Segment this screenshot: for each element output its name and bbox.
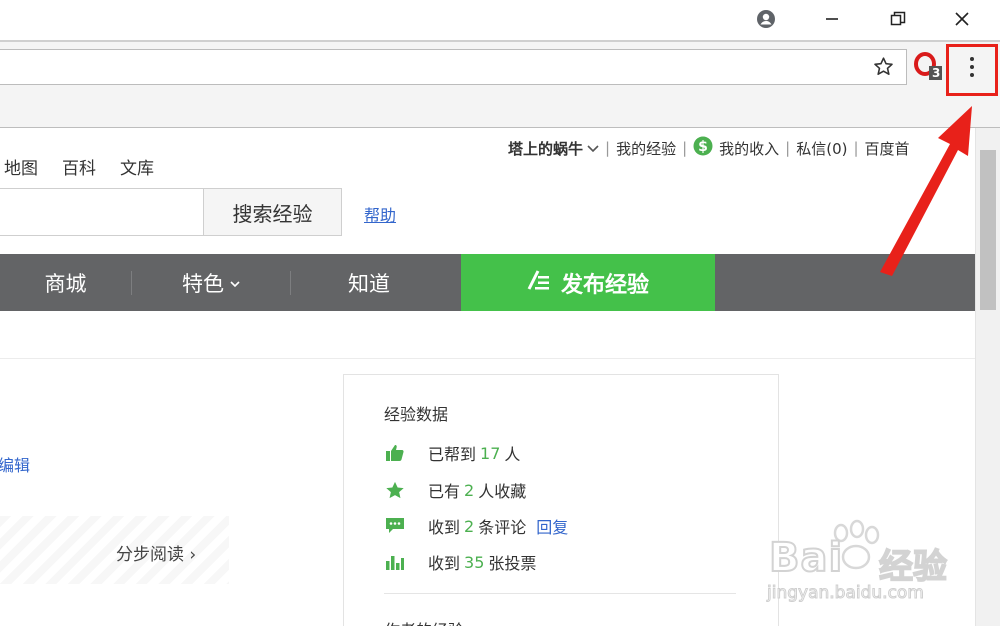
username-link[interactable]: 塔上的蜗牛 [508,138,583,159]
stat-fav-suffix: 人收藏 [478,482,527,501]
svg-text:$: $ [698,139,708,155]
stat-favorites: 已有 2 人收藏 [384,478,526,502]
topnav-map[interactable]: 地图 [4,154,38,179]
main-nav: 商城 特色 知道 发布经验 [0,254,975,311]
separator: | [853,139,859,157]
my-experience-link[interactable]: 我的经验 [616,138,676,159]
stat-fav-prefix: 已有 [428,482,461,501]
stat-helped-count: 17 [480,443,501,463]
stat-helped-suffix: 人 [504,445,521,464]
reply-link[interactable]: 回复 [536,514,568,538]
watermark-url: jingyan.baidu.com [767,583,925,604]
stat-comments: 收到 2 条评论 回复 [384,514,568,538]
stat-votes-prefix: 收到 [428,554,461,573]
title-bar [0,0,1000,40]
chevron-down-icon[interactable] [587,139,599,157]
nav-featured-label: 特色 [182,271,224,296]
stat-fav-count: 2 [464,480,475,500]
search-input[interactable] [0,188,204,236]
close-icon[interactable] [940,0,984,38]
help-link[interactable]: 帮助 [364,202,396,226]
minimize-icon[interactable] [810,0,854,38]
address-bar[interactable] [0,49,907,85]
restore-icon[interactable] [876,0,920,38]
step-read-link[interactable]: 分步阅读 › [116,540,196,565]
stat-comments-suffix: 条评论 [478,518,527,537]
separator: | [785,139,791,157]
opera-extension-icon[interactable]: 3 [914,52,942,82]
panel-divider [384,593,736,594]
stat-votes-count: 35 [464,552,485,572]
star-icon [384,480,406,500]
stat-votes: 收到 35 张投票 [384,550,536,574]
star-outline-icon[interactable] [873,56,894,81]
bar-chart-icon [384,552,406,572]
edit-link[interactable]: 编辑 [0,452,30,476]
annotation-highlight-box [946,44,998,96]
search-button[interactable]: 搜索经验 [203,188,342,236]
chevron-down-icon [230,269,240,293]
user-bar: 塔上的蜗牛 | 我的经验 | $ 我的收入 | 私信(0) | 百度首 [508,136,910,160]
pen-icon [527,269,551,297]
extension-badge: 3 [932,66,941,80]
author-experience-title: 作者的经验 [384,617,464,626]
stats-title: 经验数据 [384,405,449,424]
separator: | [682,139,688,157]
dollar-icon: $ [693,136,713,160]
toolbar: 3 [0,40,1000,93]
stat-comments-prefix: 收到 [428,518,461,537]
nav-featured[interactable]: 特色 [132,254,290,311]
baidu-watermark: Bai 经验 jingyan.baidu.com [767,519,957,609]
top-nav: 地图 百科 文库 [4,154,154,179]
bookmarks-bar [0,91,1000,128]
separator: | [605,139,611,157]
account-icon[interactable] [744,0,788,38]
thumbs-up-icon [384,443,406,463]
annotation-arrow-icon [880,106,972,276]
comment-icon [384,516,406,536]
publish-label: 发布经验 [560,272,649,298]
experience-stats-panel: 经验数据 已帮到 17 人 已有 2 人收藏 收到 2 条评论 回复 收到 35… [343,374,779,626]
stat-helped-prefix: 已帮到 [428,445,477,464]
stat-votes-suffix: 张投票 [488,554,537,573]
divider [0,358,975,359]
stat-comments-count: 2 [464,516,475,536]
topnav-baike[interactable]: 百科 [62,154,96,179]
nav-zhidao[interactable]: 知道 [291,254,447,311]
nav-mall[interactable]: 商城 [0,254,131,311]
watermark-brand: Bai [768,534,844,582]
watermark-brand2: 经验 [878,546,948,588]
publish-button[interactable]: 发布经验 [461,254,715,311]
messages-link[interactable]: 私信(0) [796,138,847,159]
my-income-link[interactable]: 我的收入 [719,138,779,159]
stat-helped: 已帮到 17 人 [384,441,520,465]
topnav-wenku[interactable]: 文库 [120,154,154,179]
